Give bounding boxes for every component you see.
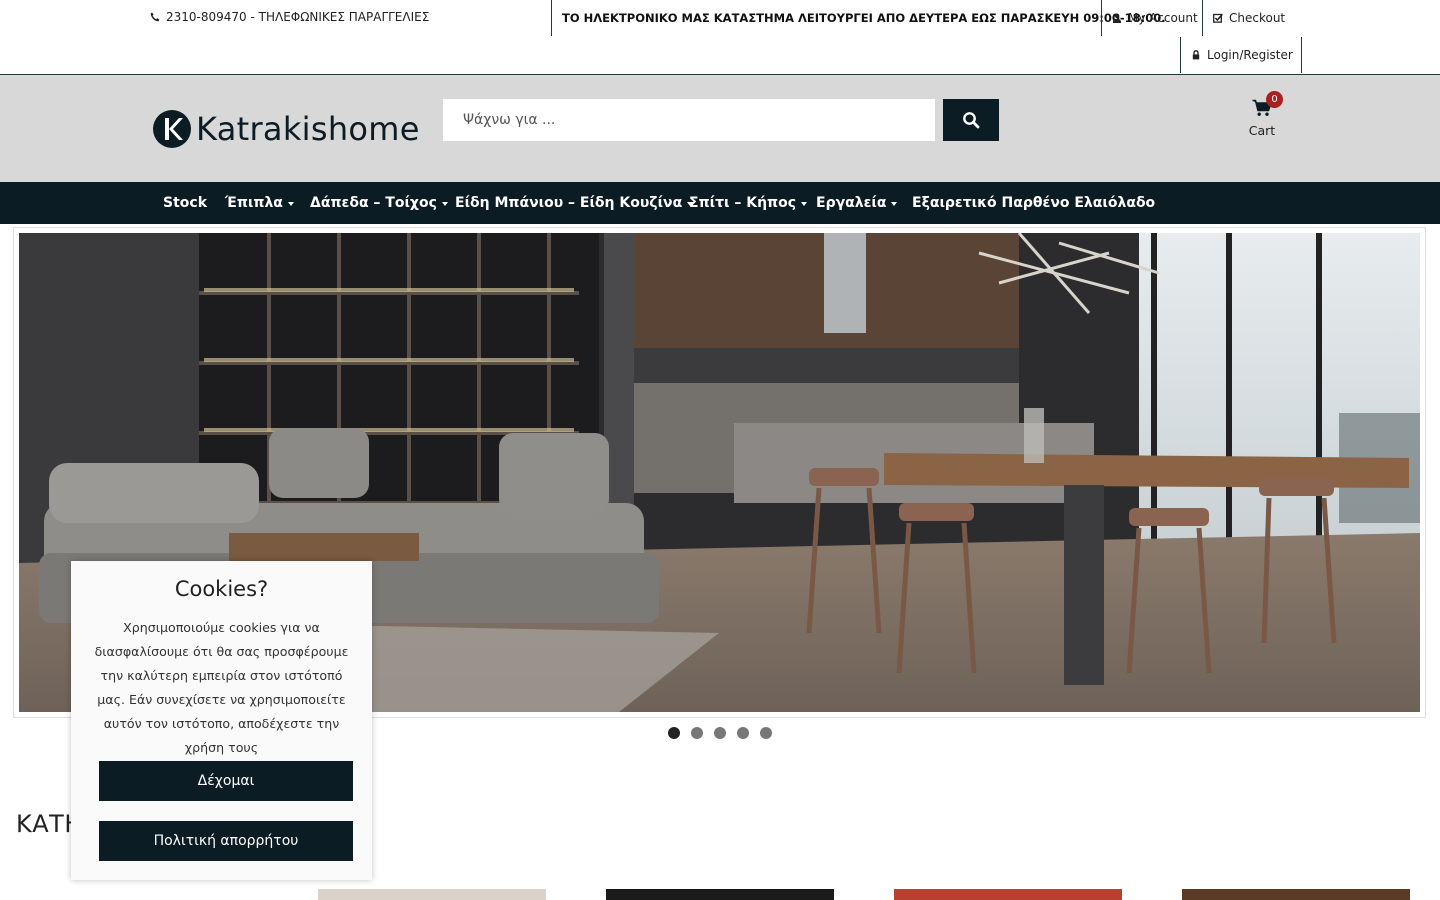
slider-dot-3[interactable]	[714, 727, 726, 739]
phone-info: 2310-809470 - ΤΗΛΕΦΩΝΙΚΕΣ ΠΑΡΑΓΓΕΛΙΕΣ	[150, 10, 429, 24]
slider-dot-2[interactable]	[691, 727, 703, 739]
search-button[interactable]	[943, 99, 999, 141]
slider-pagination	[668, 727, 772, 739]
nav-item-label: Δάπεδα – Τοίχος	[310, 195, 437, 211]
category-thumbnail[interactable]	[318, 889, 546, 900]
checkout-link[interactable]: Checkout	[1202, 0, 1297, 36]
nav-item-label: Εξαιρετικό Παρθένο Ελαιόλαδο	[912, 195, 1156, 211]
user-icon	[1112, 13, 1122, 23]
slider-dot-4[interactable]	[737, 727, 749, 739]
nav-item-home-garden[interactable]: Σπίτι – Κήπος	[689, 182, 808, 224]
nav-item-label: Σπίτι – Κήπος	[689, 195, 797, 211]
nav-item-label: Εργαλεία	[816, 195, 887, 211]
logo-text: Katrakishome	[196, 110, 420, 148]
login-register-label: Login/Register	[1207, 48, 1293, 62]
checkout-icon	[1213, 13, 1223, 23]
nav-item-furniture[interactable]: Έπιπλα	[225, 182, 294, 224]
cookie-consent-dialog: Cookies? Χρησιμοποιούμε cookies για να δ…	[71, 561, 372, 880]
phone-icon	[150, 12, 160, 22]
nav-item-floors-walls[interactable]: Δάπεδα – Τοίχος	[310, 182, 448, 224]
caret-down-icon	[287, 202, 294, 206]
nav-item-stock[interactable]: Stock	[163, 182, 207, 224]
store-hours-notice: ΤΟ ΗΛΕΚΤΡΟΝΙΚΟ ΜΑΣ ΚΑΤΑΣΤΗΜΑ ΛΕΙΤΟΥΡΓΕΙ …	[551, 0, 1176, 36]
search-input[interactable]	[443, 99, 935, 141]
cart-label: Cart	[1248, 123, 1276, 138]
nav-item-label: Είδη Μπάνιου – Είδη Κουζίνα	[455, 195, 683, 211]
nav-item-tools[interactable]: Εργαλεία	[816, 182, 898, 224]
nav-item-bath-kitchen[interactable]: Είδη Μπάνιου – Είδη Κουζίνα	[455, 182, 694, 224]
site-logo[interactable]: Katrakishome	[152, 109, 420, 149]
slider-dot-1[interactable]	[668, 727, 680, 739]
main-navigation: Stock Έπιπλα Δάπεδα – Τοίχος Είδη Μπάνιο…	[0, 182, 1440, 224]
category-thumbnail[interactable]	[606, 889, 834, 900]
logo-k-icon	[153, 110, 191, 148]
caret-down-icon	[441, 202, 448, 206]
nav-item-label: Έπιπλα	[225, 195, 283, 211]
site-header: Katrakishome 0 Cart	[0, 75, 1440, 182]
category-thumbnail[interactable]	[1182, 889, 1410, 900]
caret-down-icon	[891, 202, 898, 206]
nav-item-label: Stock	[163, 195, 208, 211]
category-thumbnail[interactable]	[894, 889, 1122, 900]
lock-icon	[1192, 50, 1200, 60]
privacy-policy-button[interactable]: Πολιτική απορρήτου	[99, 821, 353, 861]
nav-item-olive-oil[interactable]: Εξαιρετικό Παρθένο Ελαιόλαδο	[912, 182, 1155, 224]
cookie-title: Cookies?	[174, 577, 269, 601]
my-account-link[interactable]: My Account	[1101, 0, 1208, 36]
my-account-label: My Account	[1128, 11, 1198, 25]
cart-button[interactable]: 0 Cart	[1244, 91, 1283, 138]
phone-text: 2310-809470 - ΤΗΛΕΦΩΝΙΚΕΣ ΠΑΡΑΓΓΕΛΙΕΣ	[166, 10, 430, 24]
top-bar: 2310-809470 - ΤΗΛΕΦΩΝΙΚΕΣ ΠΑΡΑΓΓΕΛΙΕΣ ΤΟ…	[0, 0, 1440, 75]
slider-dot-5[interactable]	[760, 727, 772, 739]
checkout-label: Checkout	[1229, 11, 1286, 25]
login-register-link[interactable]: Login/Register	[1180, 37, 1302, 73]
cookie-text: Χρησιμοποιούμε cookies για να διασφαλίσο…	[94, 620, 349, 755]
accept-cookies-button[interactable]: Δέχομαι	[99, 761, 353, 801]
search-icon	[963, 112, 980, 129]
cart-count-badge: 0	[1266, 91, 1283, 108]
caret-down-icon	[801, 202, 808, 206]
